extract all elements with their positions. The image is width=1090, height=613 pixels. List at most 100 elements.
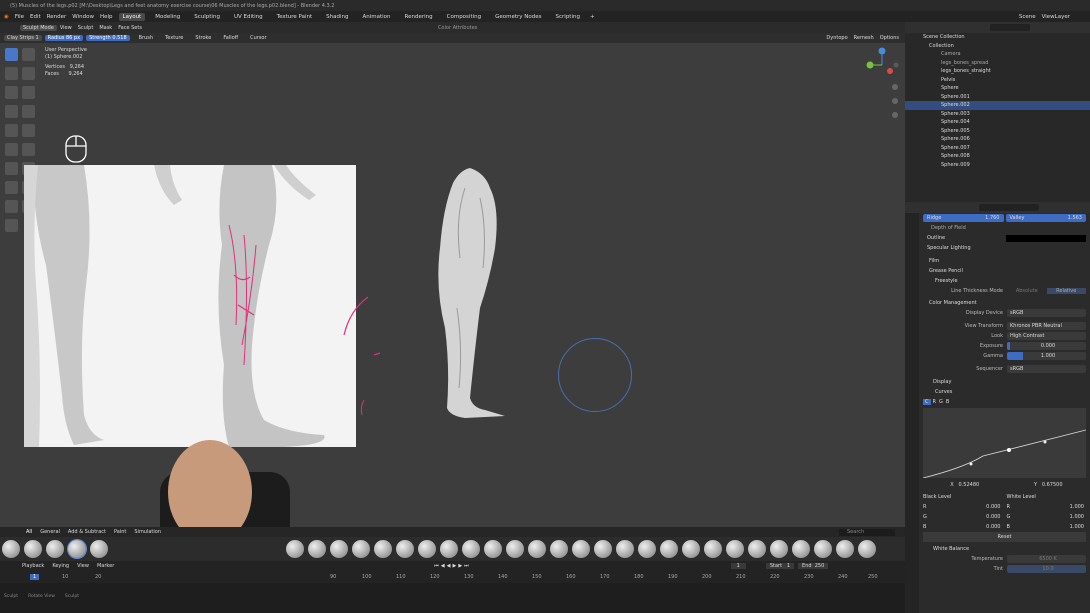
- tab-modeling[interactable]: Modeling: [151, 13, 184, 21]
- outliner-item-sphere[interactable]: Sphere: [905, 84, 1090, 93]
- outliner-collection[interactable]: Collection: [905, 42, 1090, 51]
- brush-selector[interactable]: Clay Strips 1: [4, 35, 42, 41]
- relative-option[interactable]: Relative: [1046, 288, 1086, 294]
- properties-search-input[interactable]: [979, 204, 1039, 211]
- brush-thumbnail[interactable]: [769, 540, 788, 558]
- brush-thumbnail[interactable]: [307, 540, 326, 558]
- brush-thumbnail[interactable]: [747, 540, 766, 558]
- timeline-ruler[interactable]: 1 10 20 90 100 110 120 130 140 150 160 1…: [0, 571, 905, 583]
- brush-thumbnail[interactable]: [813, 540, 832, 558]
- brush-thumbnail[interactable]: [681, 540, 700, 558]
- brush-thumbnail[interactable]: [791, 540, 810, 558]
- outliner-item-camera[interactable]: Camera: [905, 50, 1090, 59]
- white-balance-panel[interactable]: White Balance: [923, 544, 1090, 554]
- asset-tab-paint[interactable]: Paint: [114, 529, 126, 535]
- freestyle-panel[interactable]: Freestyle: [923, 276, 1090, 286]
- brush-thumbnail[interactable]: [835, 540, 854, 558]
- outline-row[interactable]: Outline: [923, 233, 1090, 243]
- reset-button[interactable]: Reset: [923, 532, 1086, 542]
- view-transform-select[interactable]: Khronos PBR Neutral: [1007, 322, 1086, 330]
- viewlayer-selector[interactable]: ViewLayer: [1042, 14, 1070, 20]
- white-level-b[interactable]: B 1.000: [1007, 524, 1090, 530]
- asset-search-input[interactable]: Search: [839, 528, 895, 536]
- brush-thumbnail[interactable]: [373, 540, 392, 558]
- trim-tool-icon[interactable]: [22, 124, 35, 137]
- playback-controls[interactable]: ⏮◀◀▶▶⏭: [434, 563, 470, 569]
- tab-sculpting[interactable]: Sculpting: [190, 13, 224, 21]
- asset-tab-add-subtract[interactable]: Add & Subtract: [68, 529, 106, 535]
- black-level-g[interactable]: G 0.000: [923, 514, 1007, 520]
- gamma-slider[interactable]: 1.000: [1007, 352, 1086, 360]
- grab-tool-icon[interactable]: [5, 86, 18, 99]
- curve-channel-c[interactable]: C: [923, 399, 931, 405]
- scene-selector[interactable]: Scene: [1019, 14, 1036, 20]
- outliner-item-sphere-006[interactable]: Sphere.006: [905, 135, 1090, 144]
- menu-face-sets[interactable]: Face Sets: [118, 25, 142, 31]
- display-panel[interactable]: Display: [923, 377, 1090, 387]
- clay-strips-tool-icon[interactable]: [5, 48, 18, 61]
- brush-thumbnail[interactable]: [285, 540, 304, 558]
- brush-thumbnail[interactable]: [637, 540, 656, 558]
- specular-row[interactable]: Specular Lighting: [923, 243, 1090, 253]
- dyntopo-toggle[interactable]: Dyntopo: [826, 35, 847, 41]
- menu-texture[interactable]: Texture: [165, 35, 183, 41]
- depth-of-field-row[interactable]: Depth of Field: [923, 223, 1090, 233]
- tab-rendering[interactable]: Rendering: [401, 13, 437, 21]
- playback-menu[interactable]: Playback: [22, 563, 44, 569]
- outliner-item-sphere-008[interactable]: Sphere.008: [905, 152, 1090, 161]
- marker-menu[interactable]: Marker: [97, 563, 114, 569]
- brush-thumbnail[interactable]: [593, 540, 612, 558]
- white-level-g[interactable]: G 1.000: [1007, 514, 1090, 520]
- mesh-filter-tool-icon[interactable]: [5, 143, 18, 156]
- temperature-field[interactable]: 6500 K: [1007, 555, 1086, 563]
- outliner-item-sphere-005[interactable]: Sphere.005: [905, 127, 1090, 136]
- film-panel[interactable]: Film: [923, 256, 1090, 266]
- outliner-item-sphere-009[interactable]: Sphere.009: [905, 161, 1090, 170]
- brush-thumbnail[interactable]: [90, 540, 108, 558]
- leg-model[interactable]: [435, 168, 510, 420]
- outliner-item-legs-bones-straight[interactable]: legs_bones_straight: [905, 67, 1090, 76]
- brush-thumbnail[interactable]: [46, 540, 64, 558]
- brush-thumbnail[interactable]: [659, 540, 678, 558]
- remesh-menu[interactable]: Remesh: [854, 35, 874, 41]
- snake-hook-tool-icon[interactable]: [22, 86, 35, 99]
- tab-animation[interactable]: Animation: [358, 13, 394, 21]
- end-frame-field[interactable]: End 250: [798, 563, 829, 569]
- mask-tool-icon[interactable]: [5, 105, 18, 118]
- menu-window[interactable]: Window: [72, 14, 94, 20]
- menu-stroke[interactable]: Stroke: [195, 35, 211, 41]
- curve-point-selected[interactable]: [1007, 448, 1011, 452]
- blender-logo-icon[interactable]: ◉: [4, 14, 9, 20]
- smooth-tool-icon[interactable]: [22, 67, 35, 80]
- outliner-search-input[interactable]: [990, 24, 1030, 31]
- mode-selector[interactable]: Sculpt Mode: [20, 24, 57, 31]
- keying-menu[interactable]: Keying: [52, 563, 69, 569]
- tint-field[interactable]: 10.0: [1007, 565, 1086, 573]
- brush-thumbnail[interactable]: [461, 540, 480, 558]
- brush-thumbnail[interactable]: [703, 540, 722, 558]
- tab-geometry-nodes[interactable]: Geometry Nodes: [491, 13, 545, 21]
- outliner-item-sphere-007[interactable]: Sphere.007: [905, 144, 1090, 153]
- menu-render[interactable]: Render: [47, 14, 67, 20]
- brush-thumbnail[interactable]: [329, 540, 348, 558]
- menu-mask[interactable]: Mask: [99, 25, 112, 31]
- curve-channel-b[interactable]: B: [946, 399, 949, 405]
- brush-thumbnail[interactable]: [24, 540, 42, 558]
- timeline-view-menu[interactable]: View: [77, 563, 89, 569]
- menu-view[interactable]: View: [60, 25, 72, 31]
- brush-thumbnail[interactable]: [2, 540, 20, 558]
- curve-channel-g[interactable]: G: [939, 399, 943, 405]
- sequencer-select[interactable]: sRGB: [1007, 365, 1086, 373]
- curves-panel[interactable]: Curves: [923, 387, 1090, 397]
- grease-pencil-panel[interactable]: Grease Pencil: [923, 266, 1090, 276]
- brush-thumbnail[interactable]: [571, 540, 590, 558]
- radius-field[interactable]: Radius 86 px: [44, 35, 84, 41]
- outliner-item-sphere-002[interactable]: Sphere.002: [905, 101, 1090, 110]
- outliner-scene-collection[interactable]: Scene Collection: [905, 33, 1090, 42]
- brush-thumbnail[interactable]: [725, 540, 744, 558]
- brush-thumbnail[interactable]: [395, 540, 414, 558]
- curve-editor[interactable]: [923, 408, 1086, 478]
- face-set-tool-icon[interactable]: [5, 124, 18, 137]
- tab-layout[interactable]: Layout: [118, 12, 146, 21]
- brush-thumbnail[interactable]: [351, 540, 370, 558]
